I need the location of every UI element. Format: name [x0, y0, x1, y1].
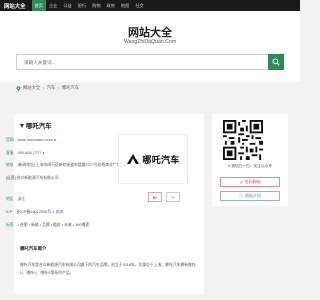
address-label: 地址: [6, 163, 14, 167]
region-label: 地区: [6, 197, 14, 201]
brand-logo: 哪吒汽车: [126, 153, 179, 166]
site-intro-button[interactable]: ⓘ 网站介绍: [220, 191, 280, 201]
site-heading: 哪吒汽车: [20, 121, 52, 130]
phone-row: 客服 400-608-7777 ●: [6, 151, 45, 156]
nav-menu: 首页 企业 公益 银行 购物 政府 地图 社交: [31, 0, 147, 11]
breadcrumb-category[interactable]: 汽车: [47, 85, 56, 91]
qr-caption-text: 微信扫一扫，关注公众号: [231, 164, 272, 168]
company-value: [运营] 合众新能源汽车有限公司: [6, 176, 59, 180]
intro-heading: 哪吒汽车简介: [20, 246, 47, 251]
brand-logo-card: 哪吒汽车: [118, 134, 188, 184]
nav-item-enterprise[interactable]: 企业: [46, 0, 60, 11]
nav-item-shopping[interactable]: 购物: [89, 0, 103, 11]
thumb-down-icon: ✕: [171, 194, 175, 200]
search-input[interactable]: [17, 55, 268, 69]
top-navbar: 网站大全 首页 企业 公益 银行 购物 政府 地图 社交: [0, 0, 300, 11]
hero-banner: 网站大全 WangZhiDaQuan.Com: [0, 11, 300, 82]
link-icon: ⇗: [239, 179, 243, 185]
region-row: 地区 浙江: [6, 197, 25, 202]
tags-value[interactable]: • 合肥 • 新能 • 品牌 • 酷炫 • 未来 • 360搜索: [18, 223, 89, 227]
hero-title: 网站大全: [128, 27, 172, 39]
phone-value: 400-608-7777: [17, 151, 42, 155]
icp-value: 浙ICP备16012550号-1: [16, 210, 55, 214]
address-row: 地址 [新闻地址] 上海市闵行区新虹街道申昆路2377号虹桥商业广场F座: [6, 163, 127, 168]
nav-item-bank[interactable]: 银行: [75, 0, 89, 11]
search-button[interactable]: [268, 54, 284, 70]
website-label: 官网: [6, 138, 14, 142]
tags-row: 标签 • 合肥 • 新能 • 品牌 • 酷炫 • 未来 • 360搜索: [6, 223, 89, 228]
site-logo[interactable]: 网站大全: [4, 2, 26, 10]
brand-logo-text: 哪吒汽车: [142, 154, 180, 165]
icp-label: ICP: [6, 210, 13, 214]
wechat-icon: ●: [228, 164, 231, 168]
qr-sidebar: ● 微信扫一扫，关注公众号 ⇗ 访问网站 ⓘ 网站介绍: [212, 114, 288, 206]
site-intro-label: 网站介绍: [245, 193, 261, 198]
phone-icon: ●: [42, 151, 45, 155]
website-row: 官网 www.hozonauto.com ●: [6, 138, 56, 143]
breadcrumb-separator: >: [42, 85, 45, 91]
website-link[interactable]: www.hozonauto.com: [18, 138, 53, 142]
address-value: [新闻地址] 上海市闵行区新虹街道申昆路2377号虹桥商业广场F座: [17, 163, 127, 167]
qr-code-icon: [223, 120, 263, 160]
hero-subtitle: WangZhiDaQuan.Com: [123, 39, 177, 45]
breadcrumb-home[interactable]: 网站大全: [23, 85, 40, 91]
breadcrumb-separator: >: [57, 85, 60, 91]
intro-text: 哪吒汽车是合众新能源汽车有限公司旗下的汽车品牌。创立于2018年，总部位于上海。…: [20, 263, 196, 275]
location-icon: [16, 85, 21, 91]
search-box: [16, 54, 269, 70]
like-button[interactable]: ♥ 5: [148, 192, 162, 202]
report-button[interactable]: ✕: [166, 192, 180, 202]
breadcrumb-current: 哪吒汽车: [61, 85, 79, 90]
phone-label: 客服: [6, 151, 14, 155]
nav-item-government[interactable]: 政府: [104, 0, 118, 11]
neta-logo-icon: [127, 154, 140, 164]
nav-item-charity[interactable]: 公益: [60, 0, 74, 11]
info-icon: ⓘ: [239, 193, 243, 198]
search-icon: [272, 58, 280, 66]
visit-website-label: 访问网站: [244, 179, 261, 184]
icp-row: ICP 浙ICP备16012550号-1 查询: [6, 210, 63, 215]
external-link-icon[interactable]: ●: [54, 138, 56, 142]
like-count: 5: [155, 194, 158, 200]
icp-query-link[interactable]: 查询: [55, 210, 63, 214]
nav-item-home[interactable]: 首页: [31, 0, 46, 11]
breadcrumb: 网站大全 > 汽车 > 哪吒汽车: [16, 84, 79, 92]
tags-label: 标签: [6, 223, 14, 227]
visit-website-button[interactable]: ⇗ 访问网站: [220, 177, 280, 187]
qr-caption: ● 微信扫一扫，关注公众号: [212, 164, 288, 169]
region-value[interactable]: 浙江: [18, 197, 26, 201]
site-name: 哪吒汽车: [26, 123, 52, 130]
company-row: [运营] 合众新能源汽车有限公司: [6, 176, 59, 181]
nav-item-map[interactable]: 地图: [118, 0, 132, 11]
caret-down-icon: [20, 123, 24, 128]
nav-item-social[interactable]: 社交: [132, 0, 146, 11]
